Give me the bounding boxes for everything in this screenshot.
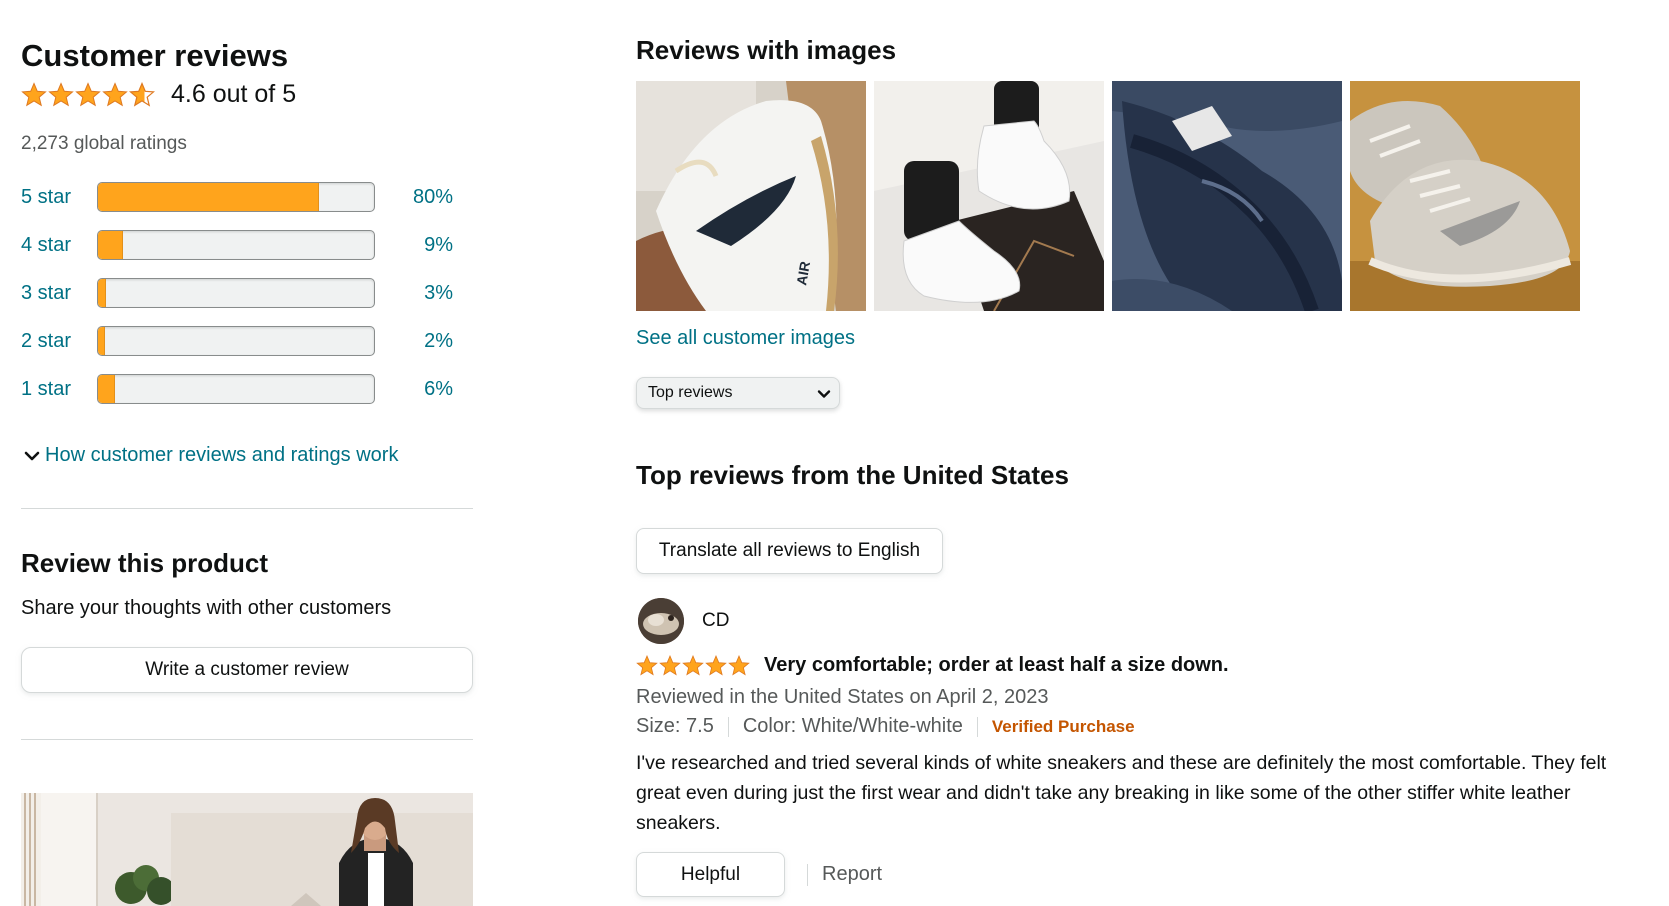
histogram-bar-fill xyxy=(98,183,319,211)
histogram-bar[interactable] xyxy=(97,326,375,356)
histogram-label[interactable]: 5 star xyxy=(21,186,97,209)
ratings-summary: Customer reviews 4.6 out of 5 2,273 glob… xyxy=(21,0,473,906)
reviews-with-images-heading: Reviews with images xyxy=(636,35,897,65)
separator xyxy=(976,716,978,737)
divider xyxy=(21,739,473,740)
report-link[interactable]: Report xyxy=(822,863,882,886)
histogram-row-5-star[interactable]: 5 star 80% xyxy=(21,181,473,213)
write-review-button[interactable]: Write a customer review xyxy=(21,647,473,693)
top-reviews-heading: Top reviews from the United States xyxy=(636,460,1069,490)
promo-image[interactable] xyxy=(21,793,473,906)
grey-suede-sneakers-icon xyxy=(1350,81,1580,311)
divider xyxy=(21,508,473,509)
histogram-percent[interactable]: 6% xyxy=(375,378,453,401)
avatar-photo-icon xyxy=(638,598,684,644)
helpful-button[interactable]: Helpful xyxy=(636,852,785,897)
average-rating-text: 4.6 out of 5 xyxy=(171,80,297,108)
histogram-label[interactable]: 1 star xyxy=(21,378,97,401)
review-image-thumbnail[interactable]: AIR xyxy=(636,81,866,311)
chevron-down-icon xyxy=(24,451,40,460)
review-image-gallery: AIR xyxy=(636,81,1580,311)
white-black-swoosh-sneaker-icon: AIR xyxy=(636,81,866,311)
reviews-column: Reviews with images AIR See all customer… xyxy=(636,0,1656,906)
histogram-bar[interactable] xyxy=(97,278,375,308)
translate-reviews-button[interactable]: Translate all reviews to English xyxy=(636,528,943,574)
histogram-label[interactable]: 2 star xyxy=(21,330,97,353)
histogram-label[interactable]: 3 star xyxy=(21,282,97,305)
review-product-subtitle: Share your thoughts with other customers xyxy=(21,597,392,619)
global-ratings-count: 2,273 global ratings xyxy=(21,133,187,154)
verified-purchase-badge: Verified Purchase xyxy=(991,716,1135,736)
avatar[interactable] xyxy=(638,598,684,644)
histogram-row-3-star[interactable]: 3 star 3% xyxy=(21,277,473,309)
histogram-row-4-star[interactable]: 4 star 9% xyxy=(21,229,473,261)
review-variant-info: Size: 7.5 Color: White/White-white Verif… xyxy=(636,715,1135,738)
review-product-heading: Review this product xyxy=(21,548,269,578)
reviewer-name[interactable]: CD xyxy=(702,610,729,632)
separator xyxy=(727,716,729,737)
review-image-thumbnail[interactable] xyxy=(1112,81,1342,311)
histogram-bar-fill xyxy=(98,375,115,403)
histogram-bar[interactable] xyxy=(97,374,375,404)
white-sneakers-worn-icon xyxy=(874,81,1104,311)
histogram-percent[interactable]: 80% xyxy=(375,186,453,209)
histogram-row-1-star[interactable]: 1 star 6% xyxy=(21,373,473,405)
review-image-thumbnail[interactable] xyxy=(874,81,1104,311)
separator xyxy=(807,863,808,886)
review-size[interactable]: Size: 7.5 xyxy=(636,715,714,738)
histogram-bar-fill xyxy=(98,279,107,307)
review-body: I've researched and tried several kinds … xyxy=(636,752,1607,834)
histogram-percent[interactable]: 9% xyxy=(375,234,453,257)
review-color[interactable]: Color: White/White-white xyxy=(743,715,963,738)
sort-reviews-select[interactable]: Top reviews xyxy=(636,377,840,409)
promo-photo-icon xyxy=(21,793,473,906)
histogram-bar-fill xyxy=(98,231,123,259)
star-rating-icon xyxy=(22,82,155,106)
histogram-label[interactable]: 4 star xyxy=(21,234,97,257)
chevron-down-icon xyxy=(817,390,831,398)
customer-reviews-heading: Customer reviews xyxy=(21,38,289,73)
review-header: Very comfortable; order at least half a … xyxy=(636,654,1229,677)
review-title[interactable]: Very comfortable; order at least half a … xyxy=(764,654,1229,677)
histogram-percent[interactable]: 3% xyxy=(375,282,453,305)
histogram-bar[interactable] xyxy=(97,230,375,260)
how-reviews-work-text[interactable]: How customer reviews and ratings work xyxy=(45,444,398,467)
reviewer-profile[interactable]: CD xyxy=(638,598,729,644)
histogram-percent[interactable]: 2% xyxy=(375,330,453,353)
black-sneaker-icon xyxy=(1112,81,1342,311)
how-reviews-work-link[interactable]: How customer reviews and ratings work xyxy=(21,444,398,467)
review-actions: Helpful Report xyxy=(636,852,882,897)
see-all-images-link[interactable]: See all customer images xyxy=(636,327,855,350)
sort-selected-value[interactable]: Top reviews xyxy=(648,384,732,402)
review-image-thumbnail[interactable] xyxy=(1350,81,1580,311)
histogram-bar-fill xyxy=(98,327,105,355)
star-rating-icon[interactable] xyxy=(636,655,750,677)
histogram-bar[interactable] xyxy=(97,182,375,212)
histogram-row-2-star[interactable]: 2 star 2% xyxy=(21,325,473,357)
average-rating[interactable]: 4.6 out of 5 xyxy=(21,80,296,109)
review-date: Reviewed in the United States on April 2… xyxy=(636,686,1049,708)
